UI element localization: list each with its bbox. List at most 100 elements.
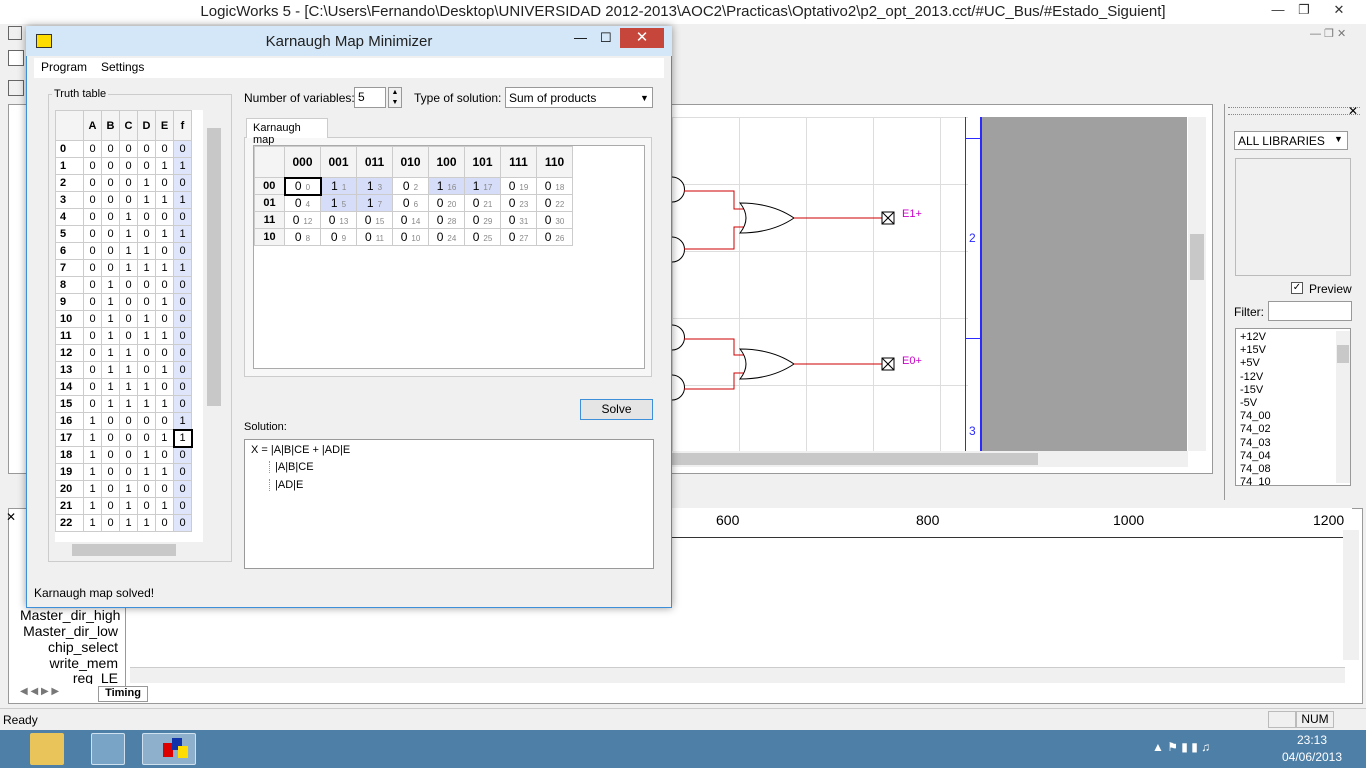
scrollbar-thumb[interactable] bbox=[1190, 234, 1204, 280]
output-cell[interactable]: 1 bbox=[173, 225, 192, 243]
folder-icon[interactable] bbox=[30, 733, 64, 765]
library-item[interactable]: +12V bbox=[1240, 331, 1346, 344]
kmap-cell[interactable]: 0 27 bbox=[500, 228, 537, 246]
library-item[interactable]: -12V bbox=[1240, 371, 1346, 384]
output-cell[interactable]: 1 bbox=[173, 157, 192, 175]
solution-type-select[interactable]: Sum of products bbox=[505, 87, 653, 108]
output-cell[interactable]: 0 bbox=[173, 463, 192, 481]
output-cell[interactable]: 0 bbox=[173, 344, 192, 362]
close-icon[interactable]: ✕ bbox=[620, 28, 664, 48]
scrollbar-thumb[interactable] bbox=[207, 128, 221, 406]
scrollbar-thumb[interactable] bbox=[1337, 345, 1349, 363]
output-cell[interactable]: 0 bbox=[173, 378, 192, 396]
kmap-cell[interactable]: 09 bbox=[320, 228, 357, 246]
kmap-cell[interactable]: 0 21 bbox=[464, 194, 501, 212]
timing-hscrollbar[interactable] bbox=[130, 667, 1345, 683]
logicworks-icon[interactable] bbox=[91, 733, 125, 765]
signal-name[interactable]: write_mem bbox=[20, 655, 118, 671]
output-cell[interactable]: 0 bbox=[173, 480, 192, 498]
kmap-cell[interactable]: 0 20 bbox=[428, 194, 465, 212]
minimize-icon[interactable]: — bbox=[1264, 2, 1292, 17]
vertical-scrollbar[interactable] bbox=[1188, 117, 1206, 451]
kmap-cell[interactable]: 1 17 bbox=[464, 177, 501, 195]
output-cell[interactable]: 0 bbox=[173, 293, 192, 311]
kmap-cell[interactable]: 0 28 bbox=[428, 211, 465, 229]
restore-icon[interactable]: ❐ bbox=[1290, 2, 1318, 18]
kmap-cell[interactable]: 08 bbox=[284, 228, 321, 246]
output-cell[interactable]: 1 bbox=[173, 191, 192, 209]
signal-name[interactable]: reg_LE bbox=[20, 670, 118, 684]
timing-vscrollbar[interactable] bbox=[1343, 530, 1359, 660]
output-cell[interactable]: 0 bbox=[173, 361, 192, 379]
kmap-cell[interactable]: 0 23 bbox=[500, 194, 537, 212]
kmap-cell[interactable]: 0 29 bbox=[464, 211, 501, 229]
scrollbar-thumb[interactable] bbox=[672, 453, 1038, 465]
kmap-cell[interactable]: 17 bbox=[356, 194, 393, 212]
tray-icons[interactable]: ▲ ⚑ ▮ ▮ ♫ bbox=[1152, 740, 1210, 754]
tool-icon[interactable] bbox=[8, 80, 24, 96]
signal-name[interactable]: Master_dir_high bbox=[20, 607, 120, 623]
solution-term[interactable]: |A|B|CE bbox=[269, 461, 647, 473]
library-select[interactable]: ALL LIBRARIES bbox=[1234, 131, 1348, 150]
kmap-cell[interactable]: 0 22 bbox=[536, 194, 573, 212]
kmap-cell[interactable]: 0 30 bbox=[536, 211, 573, 229]
minimize-icon[interactable]: — bbox=[574, 30, 587, 45]
output-cell[interactable]: 0 bbox=[173, 446, 192, 464]
kmap-cell[interactable]: 0 15 bbox=[356, 211, 393, 229]
tab-karnaugh-map[interactable]: Karnaugh map bbox=[246, 118, 328, 146]
library-item[interactable]: 74_02 bbox=[1240, 423, 1346, 436]
kmap-cell[interactable]: 0 24 bbox=[428, 228, 465, 246]
kmap-cell[interactable]: 1 16 bbox=[428, 177, 465, 195]
kmap-cell[interactable]: 0 26 bbox=[536, 228, 573, 246]
output-cell[interactable]: 0 bbox=[173, 208, 192, 226]
kmap-cell[interactable]: 0 19 bbox=[500, 177, 537, 195]
clock-time[interactable]: 23:13 bbox=[1282, 733, 1342, 747]
kmap-cell[interactable]: 0 12 bbox=[284, 211, 321, 229]
num-vars-input[interactable]: 5 bbox=[354, 87, 386, 108]
kmap-cell[interactable]: 0 31 bbox=[500, 211, 537, 229]
kmap-cell[interactable]: 04 bbox=[284, 194, 321, 212]
kmap-cell[interactable]: 00 bbox=[283, 176, 322, 196]
library-item[interactable]: +5V bbox=[1240, 357, 1346, 370]
output-cell[interactable]: 0 bbox=[173, 174, 192, 192]
kmap-cell[interactable]: 15 bbox=[320, 194, 357, 212]
kmap-cell[interactable]: 0 13 bbox=[320, 211, 357, 229]
output-cell[interactable]: 0 bbox=[173, 327, 192, 345]
library-item[interactable]: 74_08 bbox=[1240, 463, 1346, 476]
kmap-cell[interactable]: 11 bbox=[320, 177, 357, 195]
solution-root[interactable]: X = |A|B|CE + |AD|E bbox=[251, 444, 647, 456]
output-cell[interactable]: 0 bbox=[173, 310, 192, 328]
chevron-down-icon[interactable]: ▼ bbox=[640, 93, 649, 103]
kmap-cell[interactable]: 02 bbox=[392, 177, 429, 195]
output-cell[interactable]: 1 bbox=[173, 259, 192, 277]
signal-name[interactable]: chip_select bbox=[20, 639, 118, 655]
tab-nav-icons[interactable]: ◀ ◀ ▶ ▶ bbox=[20, 686, 100, 702]
clock-date[interactable]: 04/06/2013 bbox=[1278, 750, 1346, 764]
library-item[interactable]: 74_10 bbox=[1240, 476, 1346, 485]
mdi-controls-icon[interactable]: — ❐ ✕ bbox=[1310, 27, 1360, 41]
menu-program[interactable]: Program bbox=[41, 60, 87, 74]
preview-checkbox[interactable]: ✓ bbox=[1291, 282, 1303, 294]
solution-tree[interactable]: X = |A|B|CE + |AD|E |A|B|CE |AD|E bbox=[244, 439, 654, 569]
kmap-cell[interactable]: 0 18 bbox=[536, 177, 573, 195]
signal-name[interactable]: Master_dir_low bbox=[20, 623, 118, 639]
kmap-cell[interactable]: 0 10 bbox=[392, 228, 429, 246]
kmap-cell[interactable]: 0 11 bbox=[356, 228, 393, 246]
truth-table[interactable]: ABCDEf0000000100001120001003000111400100… bbox=[55, 110, 203, 542]
output-cell[interactable]: 0 bbox=[173, 497, 192, 515]
kmap-cell[interactable]: 0 14 bbox=[392, 211, 429, 229]
tab-timing[interactable]: Timing bbox=[98, 686, 148, 702]
library-item[interactable]: +15V bbox=[1240, 344, 1346, 357]
new-file-icon[interactable] bbox=[8, 50, 24, 66]
output-cell[interactable]: 0 bbox=[173, 140, 192, 158]
kmap-cell[interactable]: 06 bbox=[392, 194, 429, 212]
app-menu-icon[interactable] bbox=[8, 26, 22, 40]
solution-term[interactable]: |AD|E bbox=[269, 479, 647, 491]
scrollbar-thumb[interactable] bbox=[72, 544, 176, 556]
close-icon[interactable]: ✕ bbox=[6, 510, 16, 524]
output-cell[interactable]: 0 bbox=[173, 276, 192, 294]
library-item[interactable]: 74_04 bbox=[1240, 450, 1346, 463]
output-cell[interactable]: 1 bbox=[173, 412, 192, 430]
library-item[interactable]: 74_03 bbox=[1240, 437, 1346, 450]
num-vars-spinner[interactable]: ▲ ▼ bbox=[388, 87, 402, 108]
